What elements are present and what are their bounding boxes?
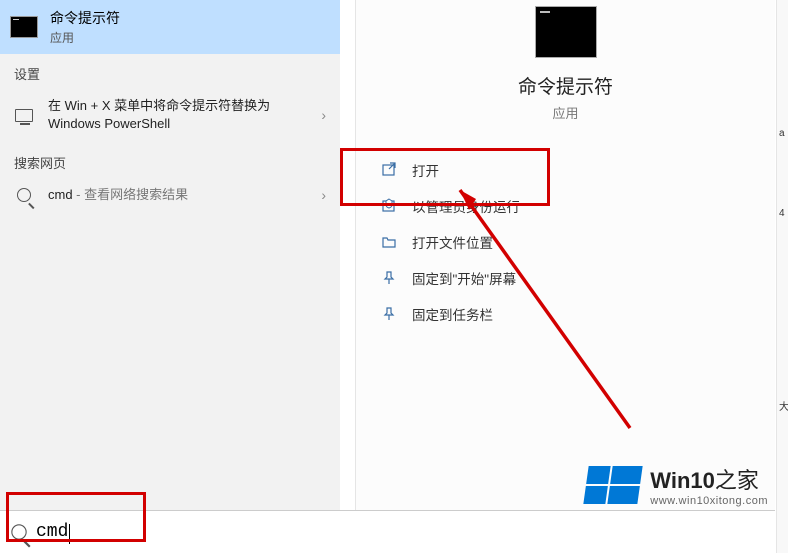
action-label: 固定到任务栏 xyxy=(412,304,493,324)
edge-glyph: a xyxy=(779,128,785,139)
app-detail-subtitle: 应用 xyxy=(356,103,775,122)
settings-section-header: 设置 xyxy=(0,54,340,87)
action-label: 打开文件位置 xyxy=(412,232,493,252)
search-icon xyxy=(11,524,26,539)
best-match-item[interactable]: 命令提示符 应用 xyxy=(0,0,340,54)
settings-result-text: 在 Win + X 菜单中将命令提示符替换为 Windows PowerShel… xyxy=(48,97,307,133)
web-section-header: 搜索网页 xyxy=(0,143,340,176)
web-result-item[interactable]: cmd - 查看网络搜索结果 › xyxy=(0,176,340,214)
open-icon xyxy=(380,162,398,178)
admin-icon xyxy=(380,198,398,214)
chevron-right-icon: › xyxy=(321,107,326,123)
action-label: 打开 xyxy=(412,160,439,180)
action-open[interactable]: 打开 xyxy=(376,152,755,188)
best-match-title: 命令提示符 xyxy=(50,8,120,28)
watermark: Win10之家 www.win10xitong.com xyxy=(586,463,768,507)
action-run-admin[interactable]: 以管理员身份运行 xyxy=(376,188,755,224)
app-detail-panel: 命令提示符 应用 打开 以管理员身份运行 打开文件位置 固定到"开始" xyxy=(355,0,775,510)
folder-icon xyxy=(380,234,398,250)
search-results-panel: 命令提示符 应用 设置 在 Win + X 菜单中将命令提示符替换为 Windo… xyxy=(0,0,340,510)
action-pin-start[interactable]: 固定到"开始"屏幕 xyxy=(376,260,755,296)
cmd-icon-large xyxy=(535,6,597,58)
monitor-icon xyxy=(15,109,33,122)
action-label: 以管理员身份运行 xyxy=(412,196,520,216)
best-match-subtitle: 应用 xyxy=(50,29,120,46)
pin-taskbar-icon xyxy=(380,306,398,322)
search-icon xyxy=(17,188,31,202)
right-edge-strip: a 4 大 xyxy=(776,0,788,553)
action-open-location[interactable]: 打开文件位置 xyxy=(376,224,755,260)
edge-glyph: 4 xyxy=(779,208,785,219)
edge-glyph: 大 xyxy=(779,398,788,413)
search-input[interactable]: cmd xyxy=(36,522,68,542)
cmd-icon xyxy=(10,16,38,38)
windows-logo-icon xyxy=(584,466,643,504)
settings-result-item[interactable]: 在 Win + X 菜单中将命令提示符替换为 Windows PowerShel… xyxy=(0,87,340,143)
action-pin-taskbar[interactable]: 固定到任务栏 xyxy=(376,296,755,332)
pin-start-icon xyxy=(380,270,398,286)
action-list: 打开 以管理员身份运行 打开文件位置 固定到"开始"屏幕 固定到任务栏 xyxy=(356,152,775,332)
chevron-right-icon: › xyxy=(321,187,326,203)
app-detail-title: 命令提示符 xyxy=(356,72,775,99)
web-result-text: cmd - 查看网络搜索结果 xyxy=(48,186,307,204)
search-bar[interactable]: cmd xyxy=(0,510,775,553)
action-label: 固定到"开始"屏幕 xyxy=(412,268,516,288)
